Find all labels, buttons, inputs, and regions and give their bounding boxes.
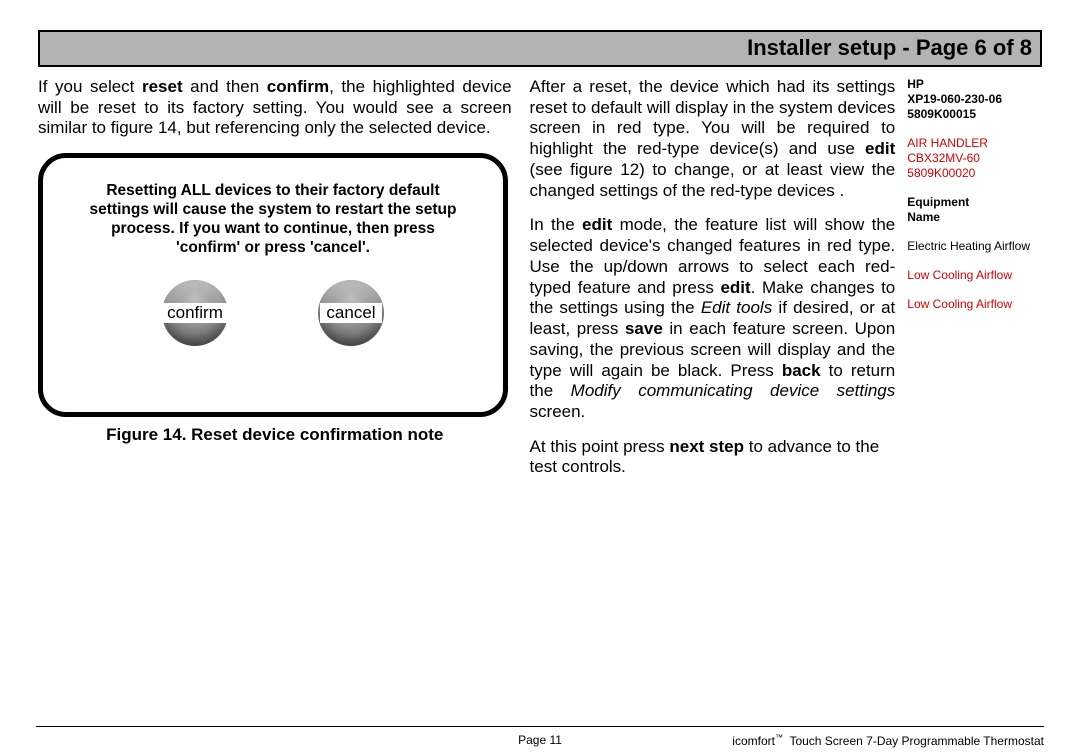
air-handler-block: AIR HANDLER CBX32MV-60 5809K00020 [907,136,1042,181]
dialog-button-row: confirm cancel [162,280,384,346]
feature-low-cooling-1: Low Cooling Airflow [907,268,1042,283]
content-columns: If you select reset and then confirm, th… [38,77,1042,492]
footer-page-number: Page 11 [518,733,562,747]
hp-label: HP [907,77,1042,92]
ah-label: AIR HANDLER [907,136,1042,151]
intro-paragraph: If you select reset and then confirm, th… [38,77,512,139]
footer-product-name: icomfort™ Touch Screen 7-Day Programmabl… [732,733,1044,748]
middle-column: After a reset, the device which had its … [530,77,896,492]
equipment-heading: Equipment Name [907,195,1042,225]
next-step-paragraph: At this point press next step to advance… [530,437,896,478]
figure-caption: Figure 14. Reset device confirmation not… [38,425,512,445]
cancel-button[interactable]: cancel [318,280,384,346]
ah-serial: 5809K00020 [907,166,1042,181]
feature-electric-heating: Electric Heating Airflow [907,239,1042,254]
page-header: Installer setup - Page 6 of 8 [38,30,1042,67]
trademark-icon: ™ [775,733,783,742]
cancel-button-label: cancel [320,303,381,323]
reset-dialog: Resetting ALL devices to their factory d… [38,153,508,417]
confirm-button[interactable]: confirm [162,280,228,346]
edit-mode-paragraph: In the edit mode, the feature list will … [530,215,896,422]
hp-model: XP19-060-230-06 [907,92,1042,107]
equip-heading-2: Name [907,210,1042,225]
left-column: If you select reset and then confirm, th… [38,77,512,445]
page-footer: Page 11 icomfort™ Touch Screen 7-Day Pro… [36,726,1044,733]
footer-tagline: Touch Screen 7-Day Programmable Thermost… [789,734,1044,748]
after-reset-paragraph: After a reset, the device which had its … [530,77,896,201]
hp-serial: 5809K00015 [907,107,1042,122]
ah-model: CBX32MV-60 [907,151,1042,166]
footer-brand: icomfort [732,734,775,748]
feature-low-cooling-2: Low Cooling Airflow [907,297,1042,312]
reset-dialog-message: Resetting ALL devices to their factory d… [83,182,463,258]
confirm-button-label: confirm [161,303,229,323]
device-sidebar: HP XP19-060-230-06 5809K00015 AIR HANDLE… [907,77,1042,326]
equip-heading-1: Equipment [907,195,1042,210]
hp-device-block: HP XP19-060-230-06 5809K00015 [907,77,1042,122]
